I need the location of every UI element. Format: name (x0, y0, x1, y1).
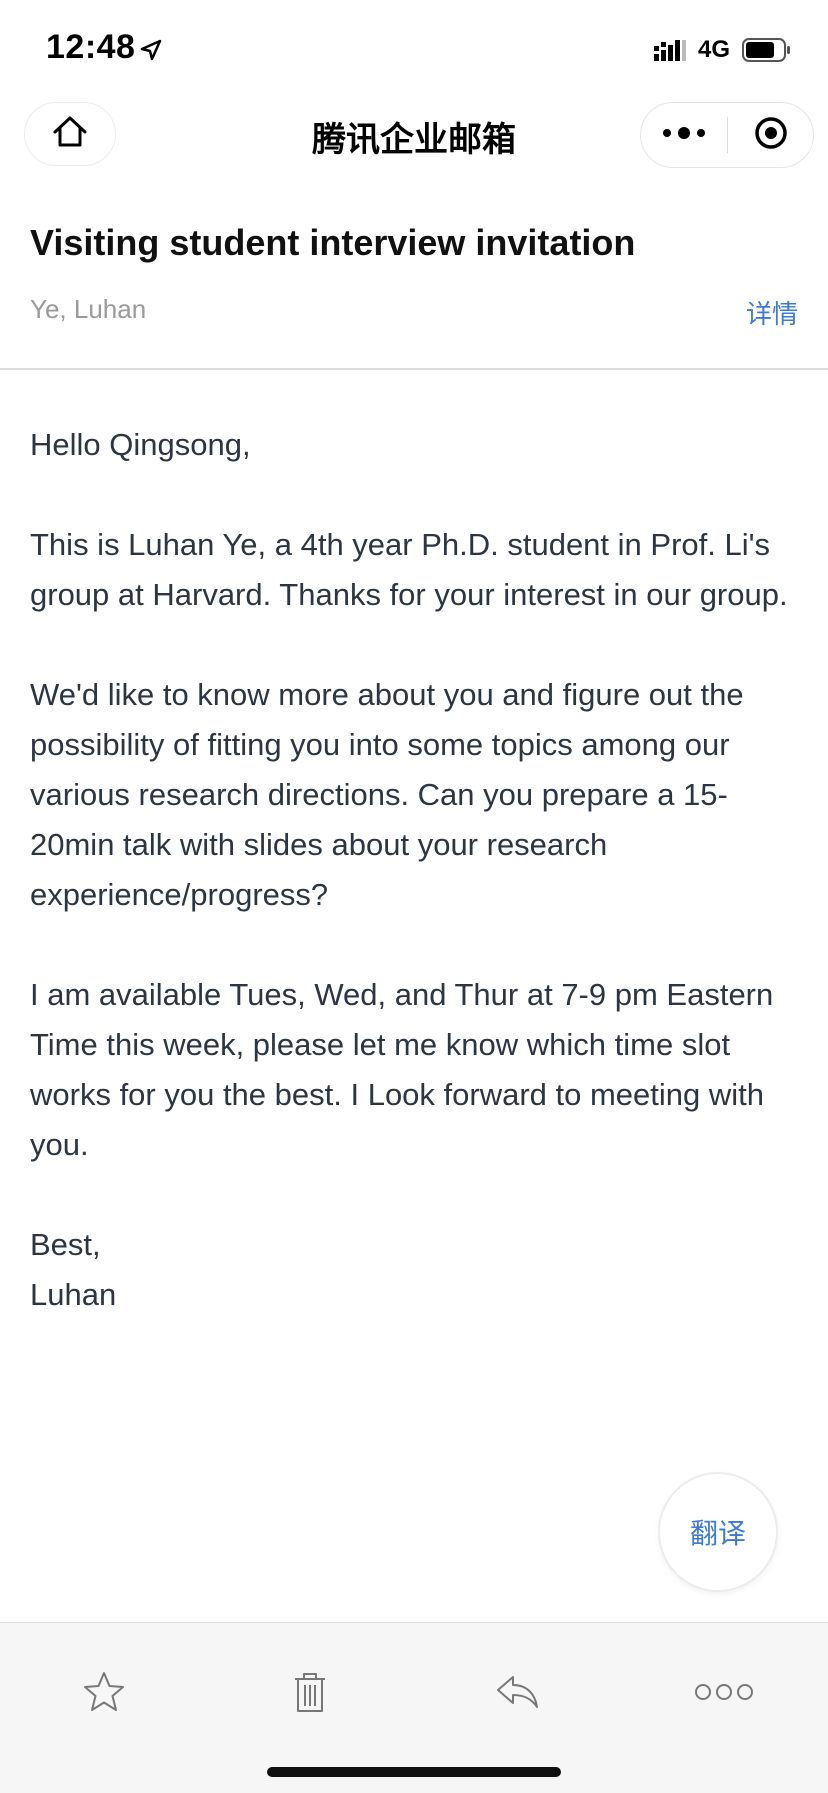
signal-icon (654, 38, 688, 64)
more-menu-button[interactable] (641, 103, 727, 167)
email-greeting: Hello Qingsong, (30, 427, 251, 462)
star-button[interactable] (59, 1649, 149, 1739)
details-link[interactable]: 详情 (746, 294, 798, 331)
nav-bar: 腾讯企业邮箱 (0, 100, 828, 176)
trash-icon (287, 1669, 333, 1720)
more-dots-icon (662, 126, 706, 145)
email-subject: Visiting student interview invitation (30, 222, 636, 263)
battery-icon (742, 36, 792, 64)
mini-program-capsule (640, 102, 814, 168)
close-target-icon (753, 115, 789, 156)
network-label: 4G (698, 36, 731, 63)
home-icon (50, 112, 90, 157)
email-paragraph: I am available Tues, Wed, and Thur at 7-… (30, 977, 774, 1162)
email-paragraph: We'd like to know more about you and fig… (30, 677, 744, 912)
status-time: 12:48 (46, 28, 136, 66)
reply-icon (493, 1669, 541, 1720)
more-actions-button[interactable] (679, 1649, 769, 1739)
nav-title: 腾讯企业邮箱 (312, 121, 516, 159)
close-mini-program-button[interactable] (728, 103, 814, 167)
email-signature: Luhan (30, 1277, 117, 1312)
more-circles-icon (694, 1682, 754, 1707)
email-sender[interactable]: Ye, Luhan (30, 294, 146, 325)
translate-button[interactable]: 翻译 (658, 1472, 778, 1592)
email-paragraph: This is Luhan Ye, a 4th year Ph.D. stude… (30, 527, 788, 612)
bottom-toolbar (0, 1622, 828, 1793)
star-icon (81, 1669, 127, 1720)
delete-button[interactable] (265, 1649, 355, 1739)
location-arrow-icon (138, 38, 164, 64)
email-signoff: Best, (30, 1227, 101, 1262)
status-bar: 12:48 4G (0, 0, 828, 100)
home-indicator (267, 1767, 561, 1777)
email-body: Hello Qingsong, This is Luhan Ye, a 4th … (30, 420, 806, 1320)
home-button[interactable] (24, 102, 116, 166)
header-divider (0, 368, 828, 370)
reply-button[interactable] (472, 1649, 562, 1739)
